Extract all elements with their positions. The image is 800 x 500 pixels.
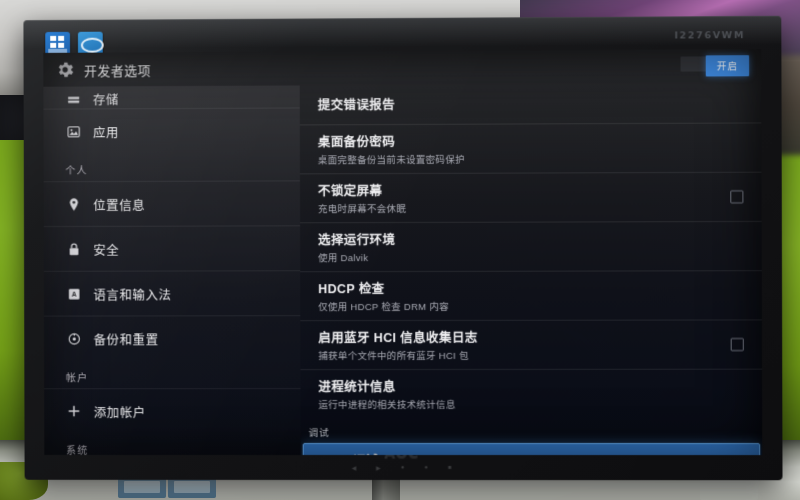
setting-title: 选择运行环境 xyxy=(318,233,396,248)
sidebar-item-label: 添加帐户 xyxy=(93,405,146,420)
sidebar-section-system: 系统 xyxy=(66,445,89,455)
apps-icon xyxy=(65,123,81,139)
setting-subtitle: 桌面完整备份当前未设置密码保护 xyxy=(317,154,465,167)
setting-subtitle: 捕获单个文件中的所有蓝牙 HCI 包 xyxy=(318,350,469,363)
setting-title: 提交错误报告 xyxy=(317,98,396,113)
setting-subtitle: 仅使用 HDCP 检查 DRM 内容 xyxy=(318,301,450,314)
location-pin-icon xyxy=(65,196,81,212)
sidebar-item-language[interactable]: A 语言和输入法 xyxy=(43,270,301,316)
backup-reset-icon xyxy=(66,330,82,346)
setting-row-usb-debugging[interactable]: USB 调试 连接 USB 后启用调试模式 xyxy=(302,442,761,456)
osd-right-icon[interactable]: ▶ xyxy=(376,465,381,472)
settings-list: 提交错误报告 桌面备份密码 桌面完整备份当前未设置密码保护 不锁定屏幕 充电时屏… xyxy=(299,83,763,456)
sidebar-section-personal: 个人 xyxy=(65,166,88,178)
setting-title: 启用蓝牙 HCI 信息收集日志 xyxy=(318,330,478,346)
osd-left-icon[interactable]: ◀ xyxy=(352,465,357,472)
sidebar-item-backup-reset[interactable]: 备份和重置 xyxy=(43,315,301,361)
monitor-model-label: I2276VWM xyxy=(674,30,746,42)
setting-title: USB 调试 xyxy=(322,450,713,455)
sidebar-item-storage[interactable]: 存储 xyxy=(43,85,299,108)
setting-row-desktop-backup-password[interactable]: 桌面备份密码 桌面完整备份当前未设置密码保护 xyxy=(299,122,762,174)
osd-menu-icon[interactable]: ● xyxy=(401,465,405,472)
setting-title: 桌面备份密码 xyxy=(317,135,396,150)
sidebar-item-label: 位置信息 xyxy=(93,198,146,213)
setting-subtitle: 使用 Dalvik xyxy=(318,253,369,265)
language-icon: A xyxy=(66,286,82,302)
app-body: 存储 应用 个人 位置信息 安全 A 语言和输入法 备份和重置 帐户 添加帐户 … xyxy=(43,83,763,456)
master-toggle-track[interactable] xyxy=(680,56,709,72)
bezel-highlight xyxy=(23,15,782,53)
app-header: 开发者选项 开启 xyxy=(43,49,761,87)
sidebar-item-location[interactable]: 位置信息 xyxy=(43,180,301,227)
svg-text:A: A xyxy=(71,291,76,298)
sidebar-item-apps[interactable]: 应用 xyxy=(43,107,300,154)
sidebar-item-label: 安全 xyxy=(93,243,120,258)
lock-icon xyxy=(66,241,82,257)
screen: 开发者选项 开启 存储 应用 个人 位置信息 安全 A 语言和输入法 备份和重置… xyxy=(43,49,763,456)
setting-title: HDCP 检查 xyxy=(318,282,385,297)
setting-row-bug-report[interactable]: 提交错误报告 xyxy=(300,83,762,124)
computer-monitor: I2276VWM AOC ◀ ▶ ● ● ■ 开发者选项 开启 xyxy=(23,15,783,481)
setting-row-process-stats[interactable]: 进程统计信息 运行中进程的相关技术统计信息 xyxy=(300,368,763,419)
section-header-debug: 调试 xyxy=(308,428,330,440)
monitor-osd-buttons[interactable]: ◀ ▶ ● ● ■ xyxy=(352,465,452,472)
page-title: 开发者选项 xyxy=(83,62,151,79)
gear-icon xyxy=(59,62,74,78)
sidebar-item-label: 备份和重置 xyxy=(93,332,159,347)
setting-title: 不锁定屏幕 xyxy=(317,184,383,199)
setting-row-bluetooth-hci-log[interactable]: 启用蓝牙 HCI 信息收集日志 捕获单个文件中的所有蓝牙 HCI 包 xyxy=(300,319,763,370)
setting-checkbox[interactable] xyxy=(730,190,744,204)
osd-input-icon[interactable]: ● xyxy=(424,465,428,472)
setting-subtitle: 运行中进程的相关技术统计信息 xyxy=(318,399,456,412)
master-toggle-button[interactable]: 开启 xyxy=(705,55,750,77)
osd-power-icon[interactable]: ■ xyxy=(448,465,452,472)
setting-row-hdcp-check[interactable]: HDCP 检查 仅使用 HDCP 检查 DRM 内容 xyxy=(300,270,762,321)
setting-row-select-runtime[interactable]: 选择运行环境 使用 Dalvik xyxy=(300,220,762,272)
sidebar-item-label: 应用 xyxy=(93,125,120,140)
sidebar-section-accounts: 帐户 xyxy=(65,373,89,385)
sidebar-item-add-account[interactable]: 添加帐户 xyxy=(44,388,301,434)
storage-icon xyxy=(65,93,81,109)
setting-row-stay-awake[interactable]: 不锁定屏幕 充电时屏幕不会休眠 xyxy=(299,171,762,223)
sidebar: 存储 应用 个人 位置信息 安全 A 语言和输入法 备份和重置 帐户 添加帐户 … xyxy=(43,85,301,455)
sidebar-item-security[interactable]: 安全 xyxy=(43,225,301,271)
sidebar-item-label: 存储 xyxy=(92,93,119,108)
sidebar-item-label: 语言和输入法 xyxy=(93,287,172,303)
setting-subtitle: 充电时屏幕不会休眠 xyxy=(317,203,407,216)
setting-checkbox[interactable] xyxy=(730,338,744,352)
plus-icon xyxy=(66,403,82,419)
photograph-of-monitor: I2276VWM AOC ◀ ▶ ● ● ■ 开发者选项 开启 xyxy=(0,0,800,500)
setting-title: 进程统计信息 xyxy=(318,380,396,395)
